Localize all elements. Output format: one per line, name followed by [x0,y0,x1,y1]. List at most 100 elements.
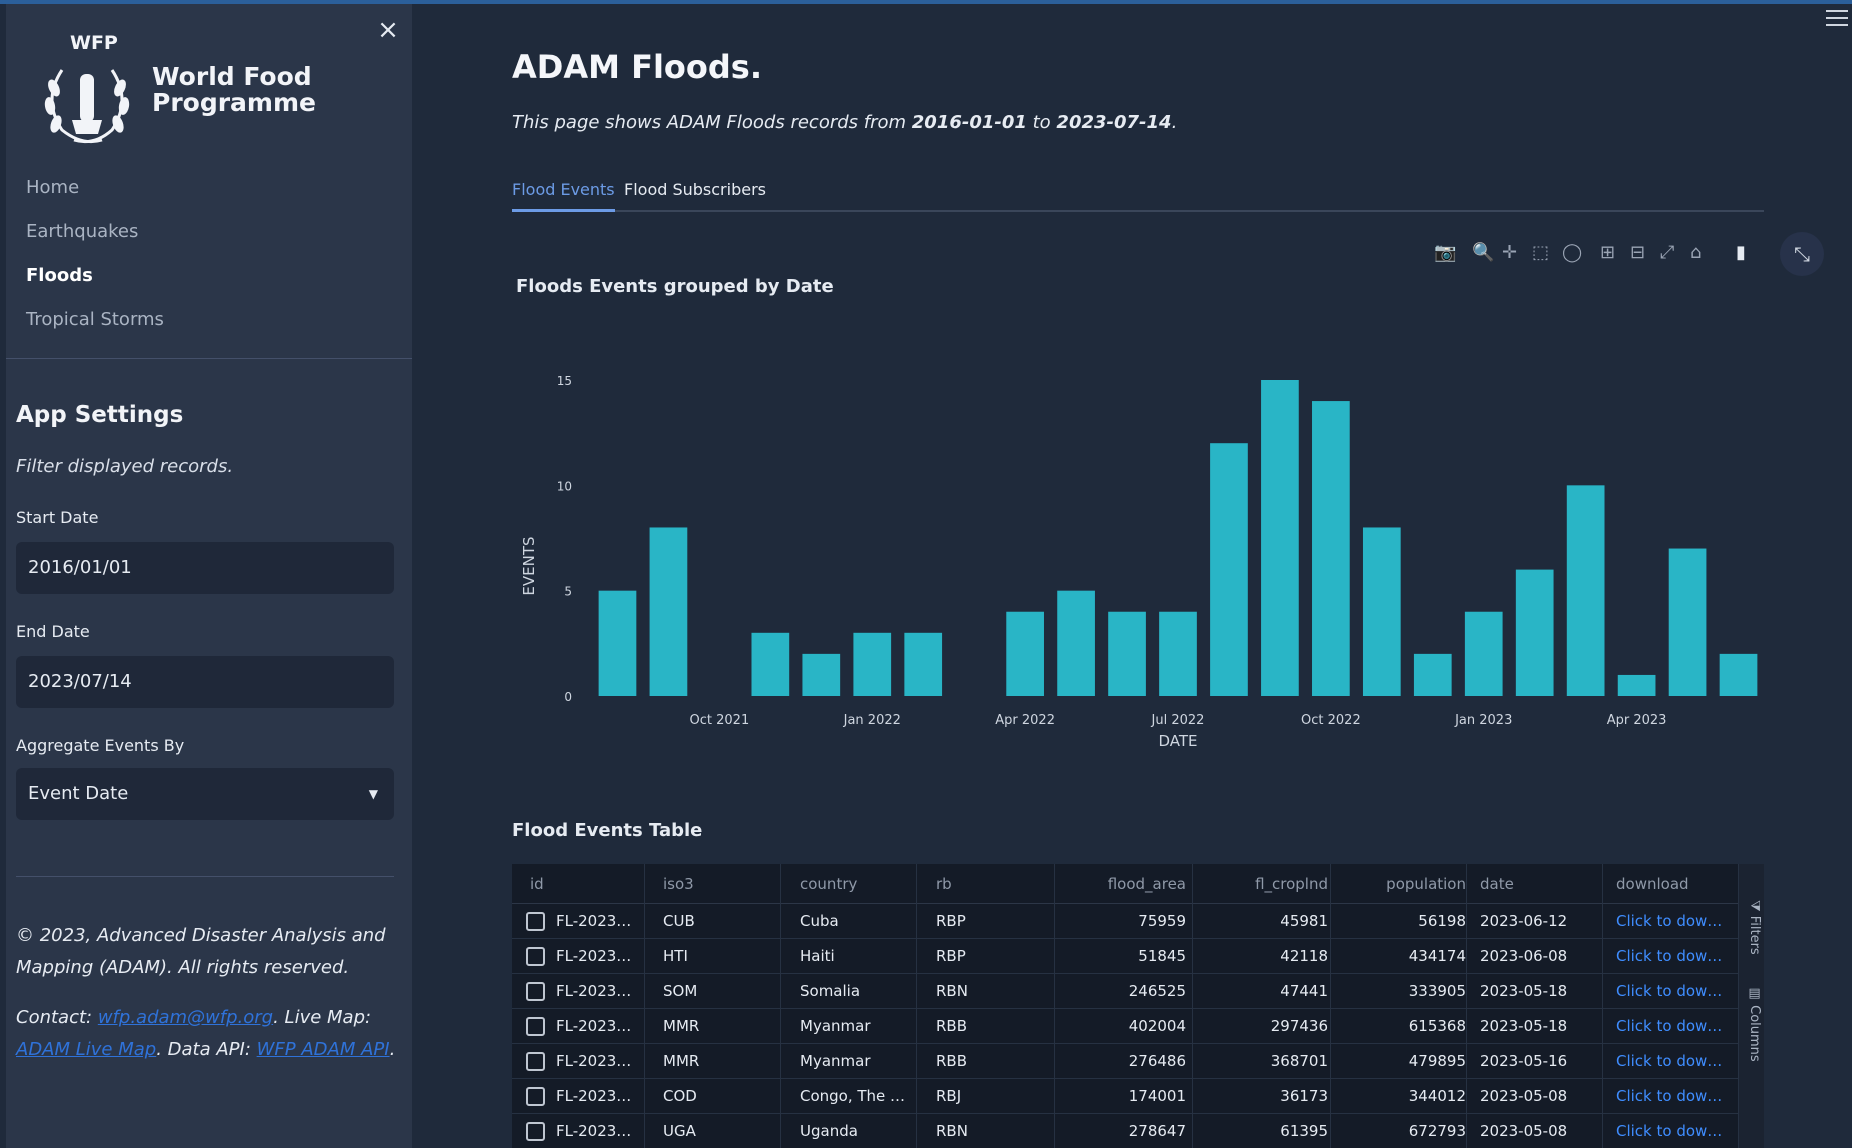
sidebar-item-earthquakes[interactable]: Earthquakes [26,210,396,254]
cell-population: 615368 [1408,1017,1466,1035]
sidebar-item-tropical-storms[interactable]: Tropical Storms [26,298,396,342]
x-tick-label: Jan 2023 [1454,713,1512,728]
cell-id: FL-2023… [556,1052,632,1070]
chart-bar[interactable] [751,632,790,696]
column-divider[interactable] [1602,864,1603,1148]
download-link[interactable]: Click to dow… [1616,904,1726,939]
table-row[interactable]: FL-2023… CUB Cuba RBP 75959 45981 56198 2023-06… [512,904,1738,939]
subtitle-mid: to [1026,112,1057,133]
chart-bar[interactable] [1413,653,1452,696]
column-divider[interactable] [644,864,645,1148]
chart-bar[interactable] [1108,611,1146,696]
api-prefix: . Data API: [156,1039,257,1060]
column-divider[interactable] [1738,864,1739,1148]
column-divider[interactable] [780,864,781,1148]
chart-bar[interactable] [802,653,841,696]
column-divider[interactable] [916,864,917,1148]
cell-country: Myanmar [800,1017,871,1035]
column-header-id[interactable]: id [530,864,640,904]
sidebar: × WFP World Food Programme Home Earthqua… [6,4,412,1148]
columns-button[interactable]: ▤ Columns [1740,986,1762,1062]
box-select-icon[interactable]: ⬚ [1532,242,1549,263]
chart-bar[interactable] [1464,611,1503,696]
chart-bar[interactable] [1006,611,1044,696]
row-checkbox[interactable] [526,912,545,931]
sidebar-item-floods[interactable]: Floods [26,254,396,298]
download-link[interactable]: Click to dow… [1616,1114,1726,1148]
fullscreen-expand-icon[interactable]: ⤡ [1780,232,1824,276]
table-row[interactable]: FL-2023… COD Congo, The … RBJ 174001 36173 344… [512,1079,1738,1114]
row-checkbox[interactable] [526,1122,545,1141]
chart-bar[interactable] [1362,527,1401,696]
download-link[interactable]: Click to dow… [1616,939,1726,974]
autoscale-icon[interactable]: ⤢ [1660,242,1674,263]
tab-flood-subscribers[interactable]: Flood Subscribers [624,176,766,212]
pan-icon[interactable]: ✛ [1502,242,1517,263]
plotly-logo-icon[interactable]: ▮ [1736,242,1746,263]
camera-icon[interactable]: 📷 [1434,242,1456,263]
start-date-input[interactable]: 2016/01/01 [16,542,394,594]
column-header-download[interactable]: download [1616,864,1726,904]
column-header-iso3[interactable]: iso3 [663,864,773,904]
chart-bar[interactable] [1312,401,1350,696]
chart-bar[interactable] [1668,548,1707,696]
reset-axes-icon[interactable]: ⌂ [1690,242,1701,263]
live-map-link[interactable]: ADAM Live Map [16,1039,156,1060]
filters-button[interactable]: ⧩ Filters [1740,900,1762,955]
cell-rb: RBB [936,1052,968,1070]
zoom-icon[interactable]: 🔍 [1472,242,1494,263]
aggregate-select[interactable]: Event Date ▼ [16,768,394,820]
cell-flood-area: 51845 [1138,947,1186,965]
column-divider[interactable] [1466,864,1467,1148]
close-sidebar-button[interactable]: × [370,12,406,48]
download-link[interactable]: Click to dow… [1616,974,1726,1009]
column-header-fl-croplnd[interactable]: fl_croplnd [1206,864,1328,904]
chart-bar[interactable] [1719,653,1758,696]
row-checkbox[interactable] [526,1017,545,1036]
chevron-down-icon: ▼ [368,787,378,801]
table-row[interactable]: FL-2023… HTI Haiti RBP 51845 42118 434174 2023-… [512,939,1738,974]
chart-bar[interactable] [1515,569,1554,696]
chart-bar[interactable] [1617,674,1656,696]
row-checkbox[interactable] [526,982,545,1001]
chart-bar[interactable] [1057,590,1095,696]
table-row[interactable]: FL-2023… UGA Uganda RBN 278647 61395 672793 202… [512,1114,1738,1148]
cell-flood-area: 402004 [1128,1017,1186,1035]
table-row[interactable]: FL-2023… SOM Somalia RBN 246525 47441 333905 20… [512,974,1738,1009]
logo-name: World Food Programme [152,64,322,116]
cell-flood-area: 276486 [1128,1052,1186,1070]
contact-email-link[interactable]: wfp.adam@wfp.org [98,1007,273,1028]
zoom-in-icon[interactable]: ⊞ [1600,242,1615,263]
column-header-population[interactable]: population [1344,864,1466,904]
row-checkbox[interactable] [526,947,545,966]
chart-bar[interactable] [853,632,892,696]
row-checkbox[interactable] [526,1087,545,1106]
column-header-country[interactable]: country [800,864,910,904]
download-link[interactable]: Click to dow… [1616,1009,1726,1044]
table-row[interactable]: FL-2023… MMR Myanmar RBB 276486 368701 479895 2… [512,1044,1738,1079]
chart-bar[interactable] [598,590,637,696]
column-header-date[interactable]: date [1480,864,1600,904]
download-link[interactable]: Click to dow… [1616,1044,1726,1079]
table-row[interactable]: FL-2023… MMR Myanmar RBB 402004 297436 615368 2… [512,1009,1738,1044]
tab-flood-events[interactable]: Flood Events [512,176,615,212]
chart-bar[interactable] [649,527,688,696]
column-divider[interactable] [1192,864,1193,1148]
download-link[interactable]: Click to dow… [1616,1079,1726,1114]
column-divider[interactable] [1054,864,1055,1148]
column-header-flood-area[interactable]: flood_area [1066,864,1186,904]
row-checkbox[interactable] [526,1052,545,1071]
chart-bar[interactable] [1210,443,1248,696]
chart-bar[interactable] [1566,485,1605,696]
sidebar-item-home[interactable]: Home [26,166,396,210]
end-date-input[interactable]: 2023/07/14 [16,656,394,708]
column-header-rb[interactable]: rb [936,864,1046,904]
lasso-icon[interactable]: ◯ [1562,242,1582,263]
api-link[interactable]: WFP ADAM API [257,1039,390,1060]
main-menu-icon[interactable] [1826,10,1848,30]
chart-bar[interactable] [1261,380,1299,696]
column-divider[interactable] [1330,864,1331,1148]
zoom-out-icon[interactable]: ⊟ [1630,242,1645,263]
chart-bar[interactable] [1159,611,1197,696]
chart-bar[interactable] [904,632,943,696]
